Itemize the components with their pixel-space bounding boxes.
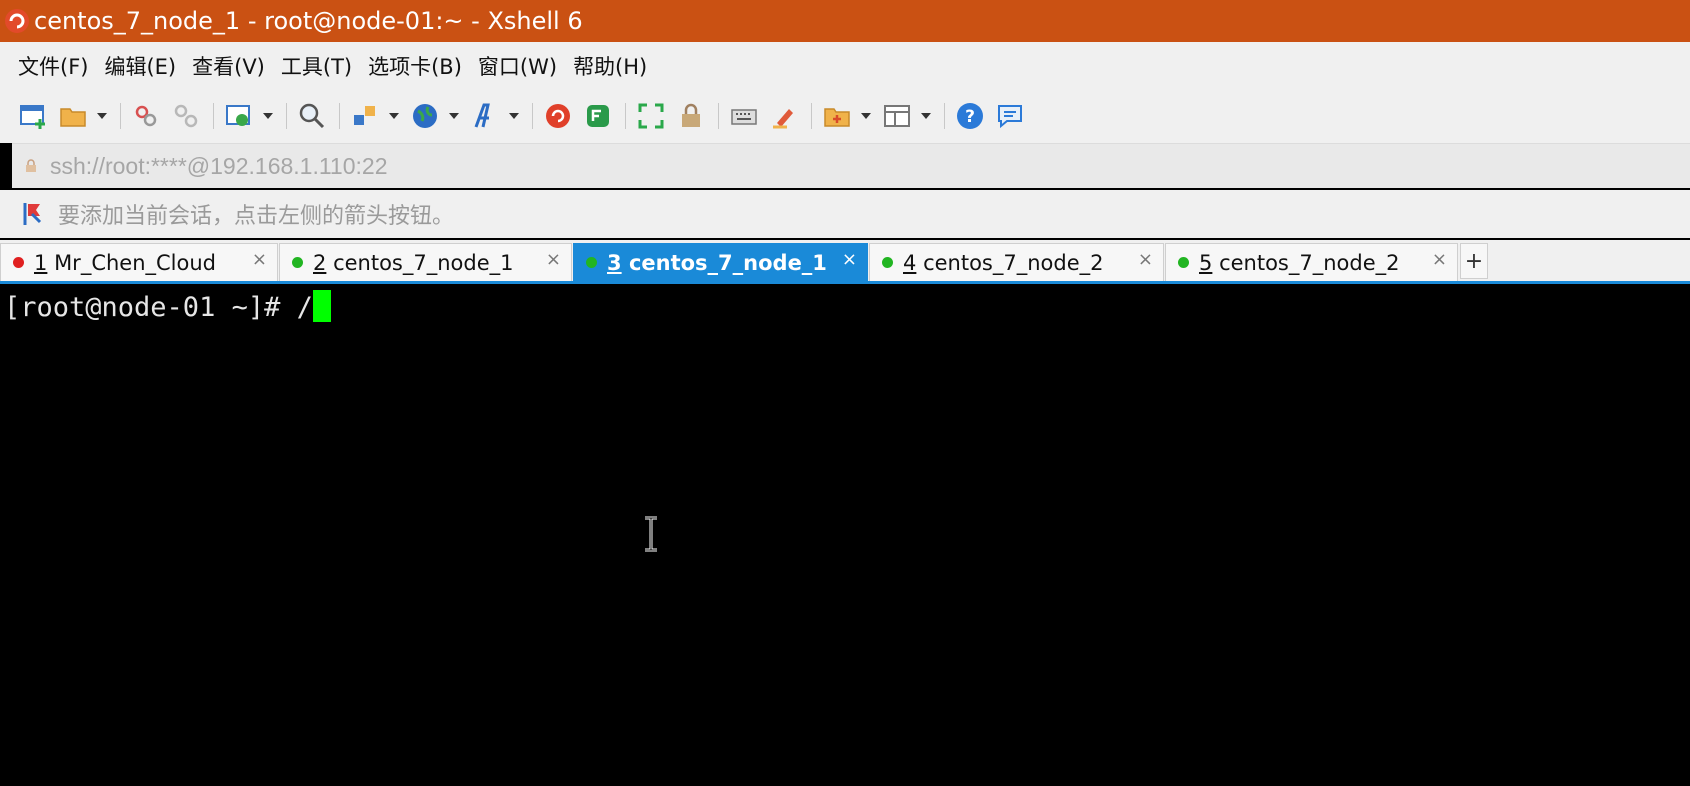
toolbar-separator (532, 103, 533, 129)
globe-dropdown-icon[interactable] (448, 99, 460, 133)
toolbar: ? (0, 89, 1690, 143)
toolbar-separator (213, 103, 214, 129)
menu-tools[interactable]: 工具(T) (273, 51, 360, 81)
session-hint-text: 要添加当前会话，点击左侧的箭头按钮。 (58, 204, 455, 229)
xftp-icon[interactable] (581, 99, 615, 133)
tab-label: 2 centos_7_node_1 (313, 250, 514, 275)
tab-bar: 1 Mr_Chen_Cloud × 2 centos_7_node_1 × 3 … (0, 240, 1690, 284)
shell-prompt: [root@node-01 ~]# / (4, 292, 313, 323)
new-tab-button[interactable]: + (1460, 243, 1488, 279)
menu-view[interactable]: 查看(V) (184, 51, 273, 81)
status-dot (1178, 257, 1189, 268)
disconnect-icon[interactable] (169, 99, 203, 133)
status-dot (13, 257, 24, 268)
menu-file[interactable]: 文件(F) (10, 51, 96, 81)
fullscreen-icon[interactable] (634, 99, 668, 133)
tab-label: 1 Mr_Chen_Cloud (34, 250, 217, 275)
window-title: centos_7_node_1 - root@node-01:~ - Xshel… (34, 7, 583, 35)
font-icon[interactable] (468, 99, 502, 133)
menu-bar: 文件(F) 编辑(E) 查看(V) 工具(T) 选项卡(B) 窗口(W) 帮助(… (0, 42, 1690, 89)
menu-tab[interactable]: 选项卡(B) (360, 51, 470, 81)
transfer-icon[interactable] (348, 99, 382, 133)
menu-window[interactable]: 窗口(W) (470, 51, 565, 81)
close-icon[interactable]: × (1138, 249, 1153, 270)
svg-text:?: ? (965, 107, 975, 127)
properties-icon[interactable] (222, 99, 256, 133)
status-dot (882, 257, 893, 268)
status-dot (292, 257, 303, 268)
transfer-dropdown-icon[interactable] (388, 99, 400, 133)
toolbar-separator (339, 103, 340, 129)
session-hint-bar: 要添加当前会话，点击左侧的箭头按钮。 (0, 190, 1690, 238)
new-tab-folder-icon[interactable] (820, 99, 854, 133)
address-bar (12, 143, 1690, 188)
tab-1[interactable]: 1 Mr_Chen_Cloud × (0, 243, 278, 281)
lock-icon[interactable] (674, 99, 708, 133)
lock-small-icon (26, 159, 36, 172)
open-dropdown-icon[interactable] (96, 99, 108, 133)
menu-help[interactable]: 帮助(H) (565, 51, 655, 81)
toolbar-separator (286, 103, 287, 129)
xshell-icon[interactable] (541, 99, 575, 133)
toolbar-separator (811, 103, 812, 129)
toolbar-separator (944, 103, 945, 129)
new-session-icon[interactable] (16, 99, 50, 133)
layout-icon[interactable] (880, 99, 914, 133)
toolbar-separator (120, 103, 121, 129)
toolbar-separator (625, 103, 626, 129)
tab-2[interactable]: 2 centos_7_node_1 × (279, 243, 572, 281)
tab-4[interactable]: 4 centos_7_node_2 × (869, 243, 1164, 281)
keyboard-icon[interactable] (727, 99, 761, 133)
help-icon[interactable]: ? (953, 99, 987, 133)
terminal-line: [root@node-01 ~]# / (4, 290, 331, 323)
open-folder-icon[interactable] (56, 99, 90, 133)
find-icon[interactable] (295, 99, 329, 133)
highlight-icon[interactable] (767, 99, 801, 133)
xshell-logo-icon (0, 0, 34, 42)
status-dot (586, 257, 597, 268)
close-icon[interactable]: × (252, 249, 267, 270)
close-icon[interactable]: × (1432, 249, 1447, 270)
layout-dropdown-icon[interactable] (920, 99, 932, 133)
address-input[interactable] (48, 151, 1552, 181)
close-icon[interactable]: × (842, 249, 857, 270)
toolbar-separator (718, 103, 719, 129)
font-dropdown-icon[interactable] (508, 99, 520, 133)
properties-dropdown-icon[interactable] (262, 99, 274, 133)
title-bar: centos_7_node_1 - root@node-01:~ - Xshel… (0, 0, 1690, 42)
tab-label: 5 centos_7_node_2 (1199, 250, 1400, 275)
close-icon[interactable]: × (546, 249, 561, 270)
menu-edit[interactable]: 编辑(E) (96, 51, 184, 81)
add-session-arrow-icon[interactable] (22, 201, 50, 227)
tab-label: 3 centos_7_node_1 (607, 250, 827, 275)
connect-icon[interactable] (129, 99, 163, 133)
text-cursor-icon (645, 516, 657, 552)
tab-label: 4 centos_7_node_2 (903, 250, 1104, 275)
tab-folder-dropdown-icon[interactable] (860, 99, 872, 133)
tab-5[interactable]: 5 centos_7_node_2 × (1165, 243, 1458, 281)
terminal-area[interactable]: [root@node-01 ~]# / (0, 284, 1690, 786)
globe-icon[interactable] (408, 99, 442, 133)
tab-3[interactable]: 3 centos_7_node_1 × (573, 243, 868, 281)
chat-icon[interactable] (993, 99, 1027, 133)
terminal-cursor (312, 290, 331, 322)
